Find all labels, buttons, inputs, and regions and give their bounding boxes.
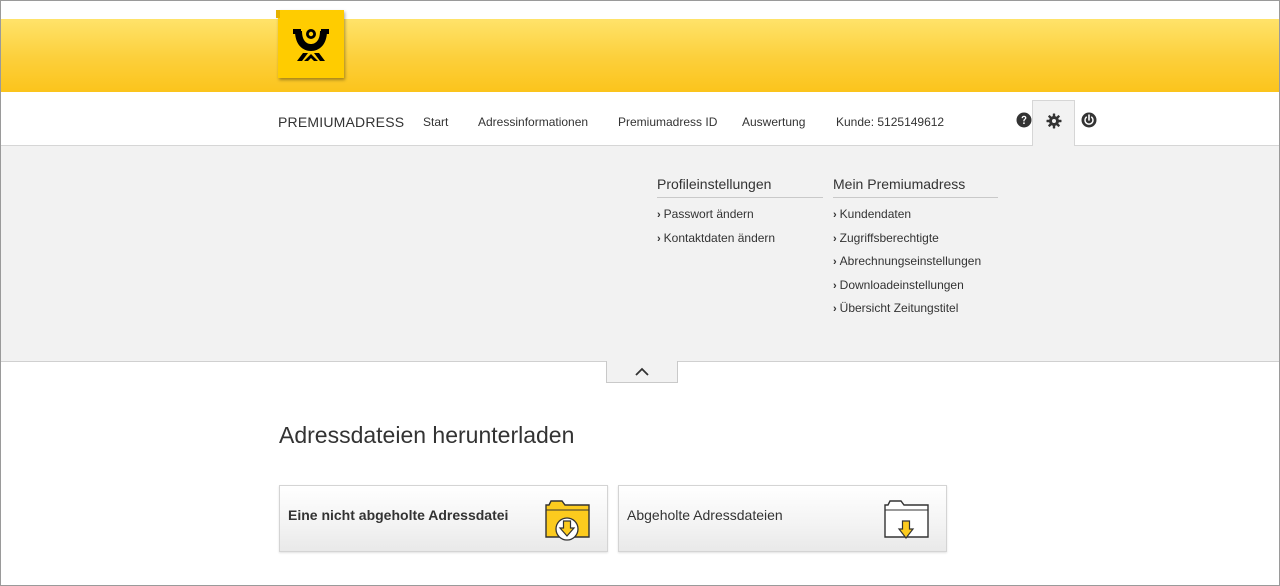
menu-item-label: Kontaktdaten ändern <box>663 230 776 245</box>
chevron-right-icon: › <box>833 256 837 269</box>
folder-download-icon <box>545 500 590 541</box>
chevron-right-icon: › <box>657 232 661 245</box>
menu-heading-profileinstellungen: Profileinstellungen <box>657 176 823 198</box>
tile-fetched-address-files[interactable]: Abgeholte Adressdateien <box>618 485 947 552</box>
menu-item-kontaktdaten-aendern[interactable]: › Kontaktdaten ändern <box>657 231 823 255</box>
menu-column-mein-premiumadress: Mein Premiumadress › Kundendaten › Zugriff… <box>833 176 998 325</box>
menu-item-label: Downloadeinstellungen <box>839 277 964 292</box>
settings-tab[interactable] <box>1032 100 1075 147</box>
menu-item-label: Passwort ändern <box>663 207 754 221</box>
collapse-menu-button[interactable] <box>606 361 678 383</box>
chevron-right-icon: › <box>833 279 837 292</box>
folder-download-empty-icon <box>884 500 929 539</box>
chevron-right-icon: › <box>833 303 837 316</box>
page-title: Adressdateien herunterladen <box>279 422 575 448</box>
menu-item-zugriffsberechtigte[interactable]: › Zugriffsberechtigte <box>833 231 998 255</box>
menu-item-downloadeinstellungen[interactable]: › Downloadeinstellungen <box>833 278 998 302</box>
tile-label: Abgeholte Adressdateien <box>627 507 783 523</box>
menu-item-label: Kundendaten <box>839 207 912 221</box>
nav-item-auswertung[interactable]: Auswertung <box>742 115 805 129</box>
gear-icon <box>1046 113 1061 129</box>
menu-item-kundendaten[interactable]: › Kundendaten <box>833 207 998 231</box>
chevron-right-icon: › <box>833 209 837 221</box>
customer-number: Kunde: 5125149612 <box>836 115 945 129</box>
settings-dropdown: Profileinstellungen › Passwort ändern › Ko… <box>1 146 1279 362</box>
chevron-right-icon: › <box>833 232 837 245</box>
post-horn-icon <box>293 29 329 61</box>
tile-unfetched-address-file[interactable]: Eine nicht abgeholte Adressdatei <box>279 485 608 552</box>
main-navigation: PREMIUMADRESS Start Adressinformationen … <box>1 92 1279 147</box>
tile-label: Eine nicht abgeholte Adressdatei <box>288 507 509 523</box>
menu-item-abrechnungseinstellungen[interactable]: › Abrechnungseinstellungen <box>833 254 998 278</box>
deutsche-post-logo[interactable] <box>276 10 344 78</box>
nav-item-premiumadress-id[interactable]: Premiumadress ID <box>618 115 717 129</box>
nav-brand[interactable]: PREMIUMADRESS <box>278 114 404 130</box>
menu-column-profileinstellungen: Profileinstellungen › Passwort ändern › Ko… <box>657 176 823 254</box>
help-icon[interactable] <box>1014 110 1034 130</box>
menu-heading-mein-premiumadress: Mein Premiumadress <box>833 176 998 198</box>
nav-item-adressinformationen[interactable]: Adressinformationen <box>478 115 588 129</box>
menu-item-passwort-aendern[interactable]: › Passwort ändern <box>657 207 823 231</box>
menu-item-label: Zugriffsberechtigte <box>839 230 939 245</box>
menu-item-label: Übersicht Zeitungstitel <box>839 301 959 316</box>
power-icon[interactable] <box>1079 110 1099 130</box>
brand-header <box>1 19 1279 92</box>
chevron-right-icon: › <box>657 209 661 221</box>
menu-item-label: Abrechnungseinstellungen <box>839 254 982 269</box>
menu-item-uebersicht-zeitungstitel[interactable]: › Übersicht Zeitungstitel <box>833 301 998 325</box>
chevron-up-icon <box>635 367 649 376</box>
nav-item-start[interactable]: Start <box>423 115 448 129</box>
